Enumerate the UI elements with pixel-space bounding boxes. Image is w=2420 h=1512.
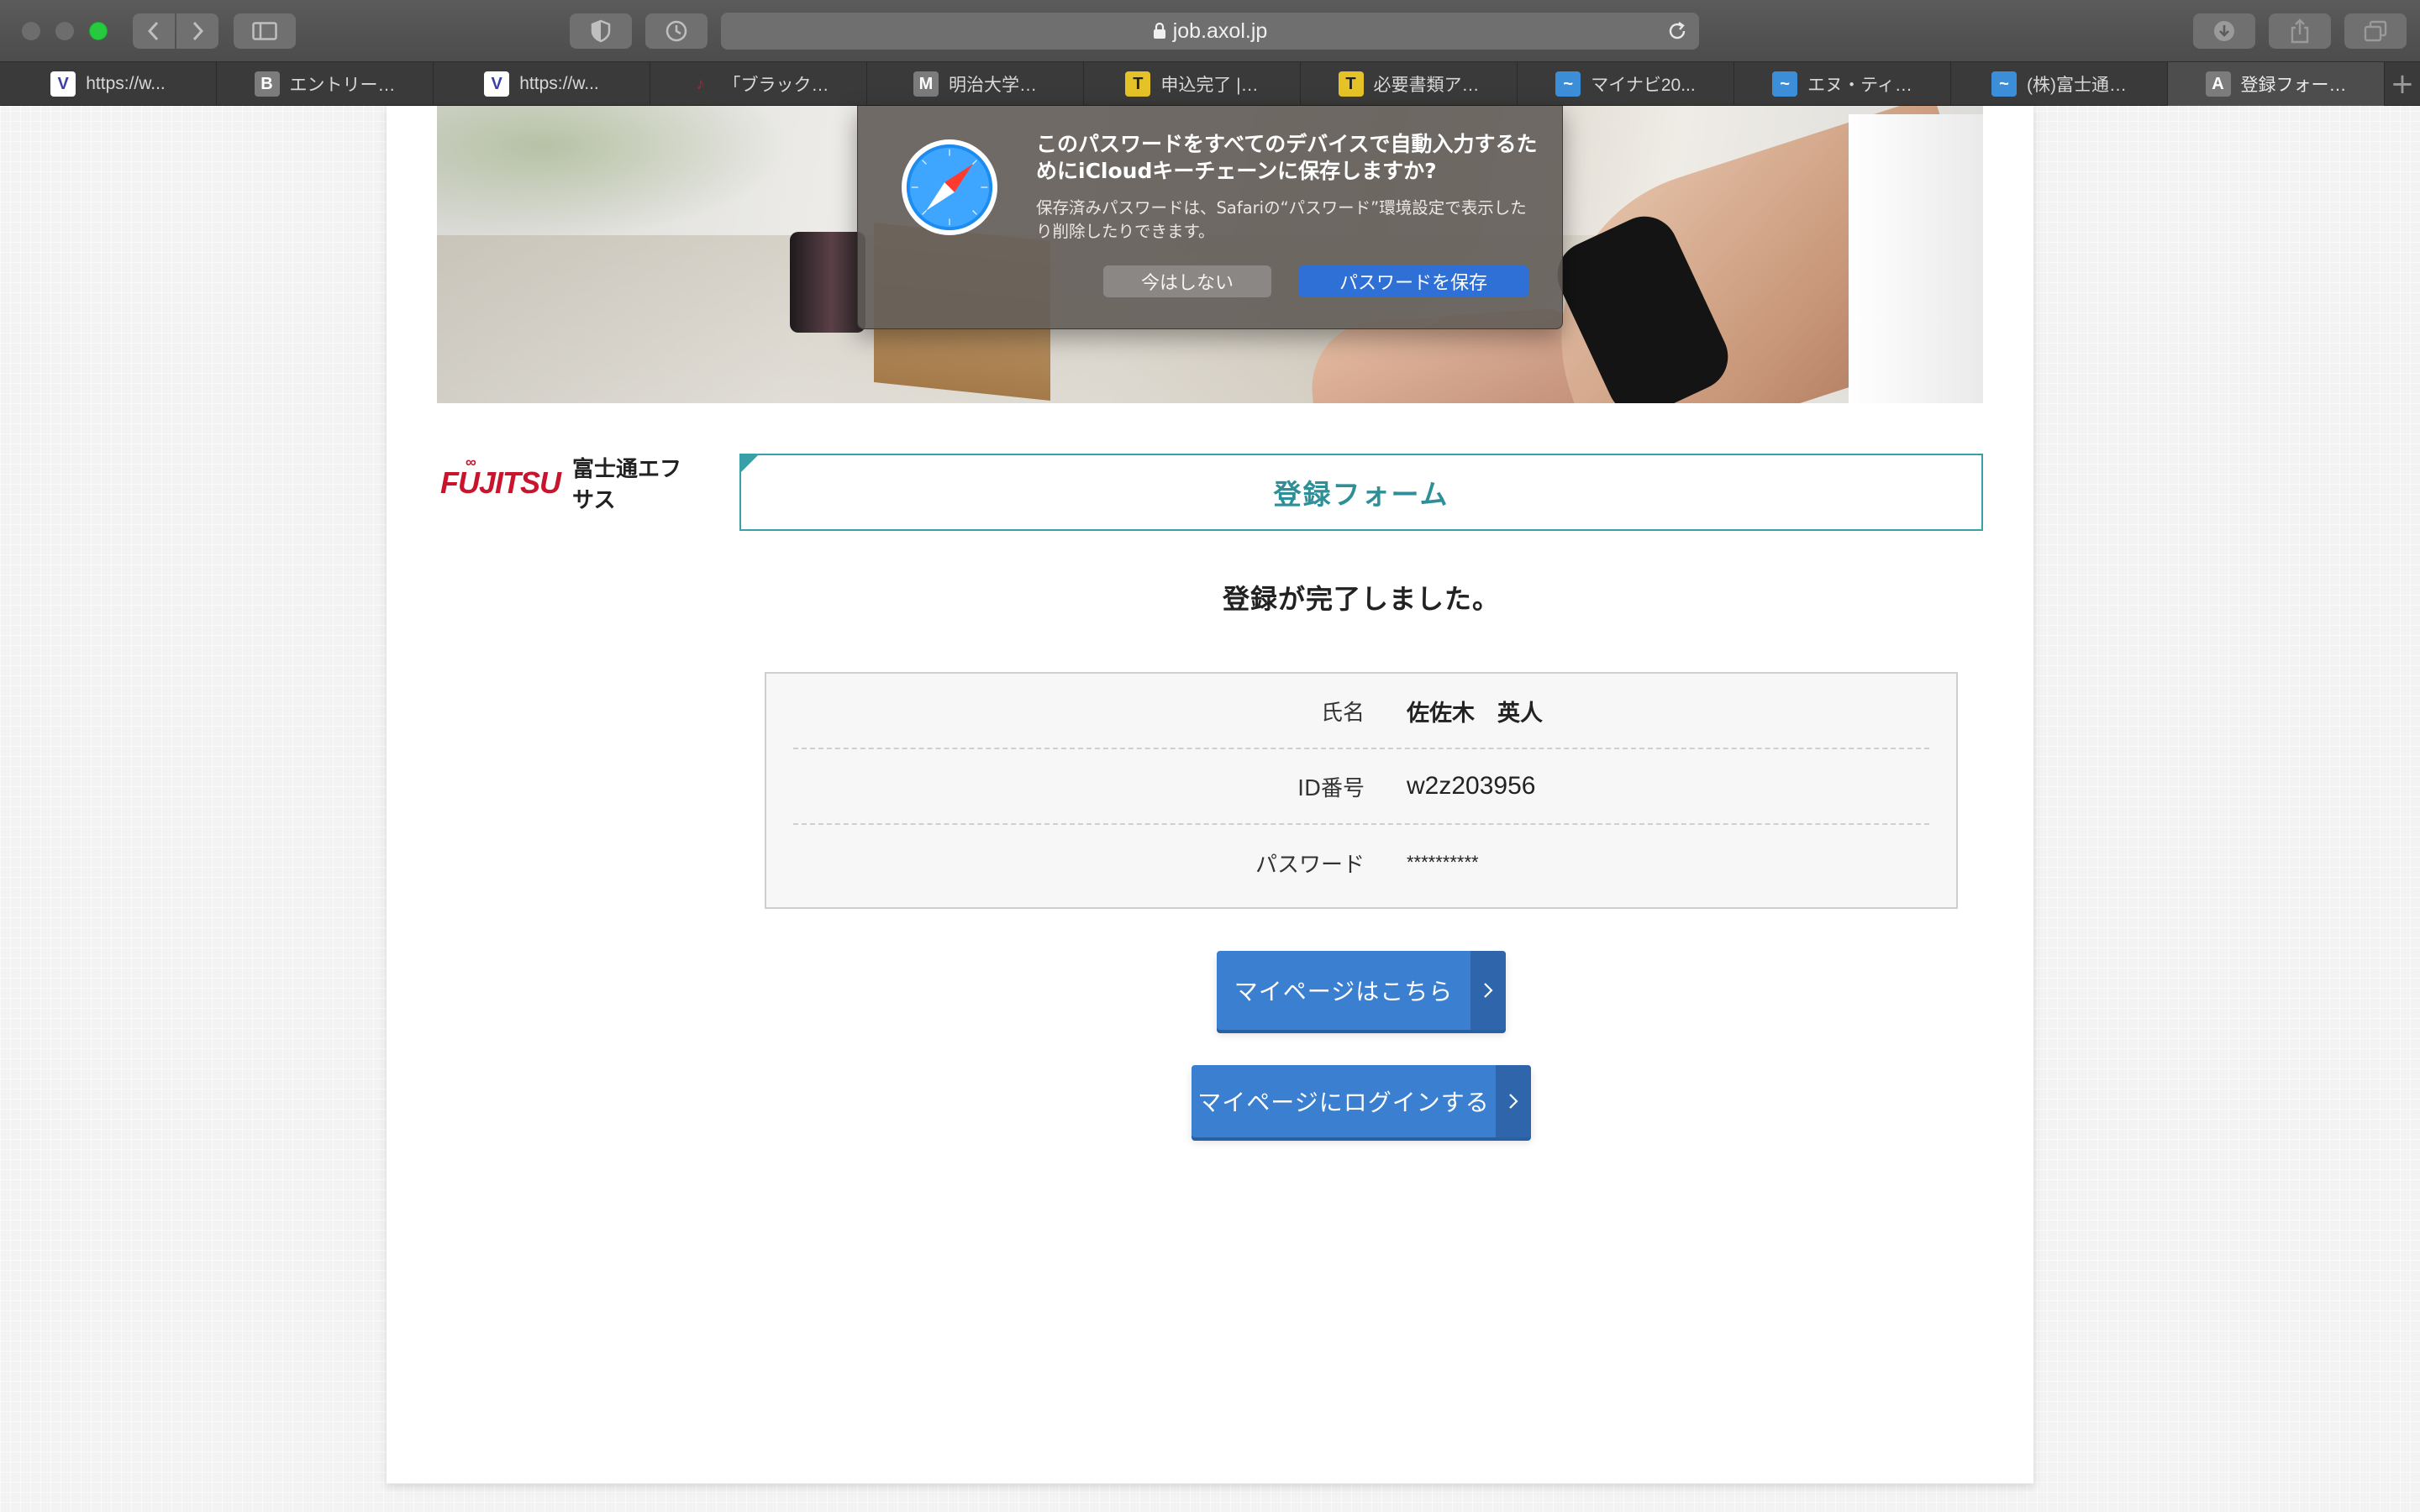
share-button[interactable]: [2269, 13, 2331, 49]
tab-overview-button[interactable]: [2344, 13, 2407, 49]
share-icon: [2291, 18, 2309, 44]
id-label: ID番号: [1297, 775, 1365, 801]
privacy-report-button[interactable]: [570, 13, 632, 49]
name-label: 氏名: [1320, 700, 1365, 726]
tab-item[interactable]: Vhttps://w...: [0, 62, 217, 106]
tab-label: 必要書類ア…: [1373, 76, 1480, 95]
favicon-icon: T: [1125, 71, 1151, 97]
id-value: w2z203956: [1407, 772, 1536, 800]
address-bar[interactable]: job.axol.jp: [721, 13, 1699, 50]
tab-item[interactable]: ♪ 「ブラック…: [650, 62, 867, 106]
chevron-right-icon: [1496, 1065, 1531, 1137]
tab-label: (株)富士通…: [2027, 76, 2127, 95]
dialog-title: このパスワードをすべてのデバイスで自動入力するためにiCloudキーチェーンに保…: [1036, 132, 1538, 183]
company-logo: ∞ FUJITSU 富士通エフサス: [440, 454, 692, 513]
lock-icon: [1153, 23, 1166, 39]
tab-bar: Vhttps://w... B エントリー… Vhttps://w... ♪ 「ブラ…: [0, 62, 2420, 106]
chevron-right-icon: [192, 21, 204, 41]
forward-button[interactable]: [176, 13, 218, 49]
favicon-icon: A: [2205, 71, 2231, 97]
favicon-icon: T: [1338, 71, 1364, 97]
downloads-button[interactable]: [2193, 13, 2255, 49]
tab-item[interactable]: ~ マイナビ20...: [1518, 62, 1734, 106]
save-password-dialog: このパスワードをすべてのデバイスで自動入力するためにiCloudキーチェーンに保…: [857, 106, 1563, 329]
tab-item[interactable]: M 明治大学…: [867, 62, 1084, 106]
favicon-icon: B: [254, 71, 280, 97]
tab-label: https://w...: [519, 74, 599, 93]
favicon-icon: ~: [1991, 71, 2017, 97]
favicon-icon: V: [484, 71, 510, 97]
chevron-left-icon: [147, 21, 159, 41]
tab-label: https://w...: [86, 74, 166, 93]
not-now-button[interactable]: 今はしない: [1103, 265, 1271, 297]
back-button[interactable]: [133, 13, 175, 49]
info-row-id: ID番号 w2z203956: [793, 749, 1929, 825]
tab-item[interactable]: B エントリー…: [217, 62, 434, 106]
tab-label: 「ブラック…: [723, 76, 829, 95]
favicon-icon: ~: [1555, 71, 1581, 97]
password-label: パスワード: [1255, 852, 1365, 878]
form-title-box: 登録フォーム: [739, 454, 1983, 531]
tab-label: エントリー…: [289, 76, 396, 95]
form-title: 登録フォーム: [1273, 478, 1449, 511]
mypage-button-label: マイページはこちら: [1234, 978, 1454, 1005]
safari-compass-icon: [901, 139, 998, 236]
new-tab-button[interactable]: +: [2385, 62, 2420, 105]
tab-label: 明治大学…: [949, 76, 1037, 95]
reload-icon[interactable]: [1665, 19, 1689, 49]
mypage-login-button[interactable]: マイページにログインする: [1192, 1065, 1531, 1137]
tab-item[interactable]: T 必要書類ア…: [1301, 62, 1518, 106]
url-text: job.axol.jp: [1172, 18, 1268, 43]
save-password-button[interactable]: パスワードを保存: [1298, 265, 1528, 297]
chevron-right-icon: [1470, 951, 1506, 1030]
tab-item[interactable]: Vhttps://w...: [434, 62, 650, 106]
tab-label: 登録フォー…: [2240, 76, 2347, 95]
download-icon: [2214, 21, 2234, 41]
fujitsu-logo: ∞ FUJITSU: [440, 454, 561, 500]
name-value: 佐佐木 英人: [1407, 700, 1543, 727]
tab-item[interactable]: ~ エヌ・ティ…: [1734, 62, 1951, 106]
browser-titlebar: job.axol.jp: [0, 0, 2420, 62]
favicon-icon: ♪: [696, 74, 705, 93]
sidebar-icon: [252, 22, 277, 40]
favicon-icon: ~: [1772, 71, 1798, 97]
info-row-password: パスワード **********: [793, 825, 1929, 900]
history-button[interactable]: [645, 13, 708, 49]
tab-label: 申込完了 |…: [1160, 76, 1259, 95]
window-minimize-button[interactable]: [55, 22, 74, 40]
tab-item[interactable]: ~ (株)富士通…: [1951, 62, 2168, 106]
dialog-body: 保存済みパスワードは、Safariの“パスワード”環境設定で表示したり削除したり…: [1036, 198, 1527, 241]
tab-item[interactable]: T 申込完了 |…: [1084, 62, 1301, 106]
window-close-button[interactable]: [22, 22, 40, 40]
password-value: **********: [1407, 852, 1479, 873]
company-name: 富士通エフサス: [572, 457, 682, 513]
tab-label: マイナビ20...: [1591, 76, 1696, 95]
mypage-login-button-label: マイページにログインする: [1197, 1089, 1490, 1116]
mypage-button[interactable]: マイページはこちら: [1217, 951, 1506, 1030]
clock-icon: [666, 20, 687, 42]
tab-label: エヌ・ティ…: [1807, 76, 1912, 95]
tab-item-active[interactable]: A 登録フォー…: [2168, 62, 2385, 106]
favicon-icon: M: [913, 71, 939, 97]
shield-icon: [591, 19, 611, 43]
registration-info-panel: 氏名 佐佐木 英人 ID番号 w2z203956 パスワード *********…: [765, 672, 1958, 909]
completion-message: 登録が完了しました。: [1222, 583, 1500, 615]
sidebar-toggle-button[interactable]: [234, 13, 296, 49]
window-zoom-button[interactable]: [89, 22, 108, 40]
info-row-name: 氏名 佐佐木 英人: [793, 674, 1929, 749]
favicon-icon: V: [50, 71, 76, 97]
tabs-overview-icon: [2364, 20, 2387, 42]
